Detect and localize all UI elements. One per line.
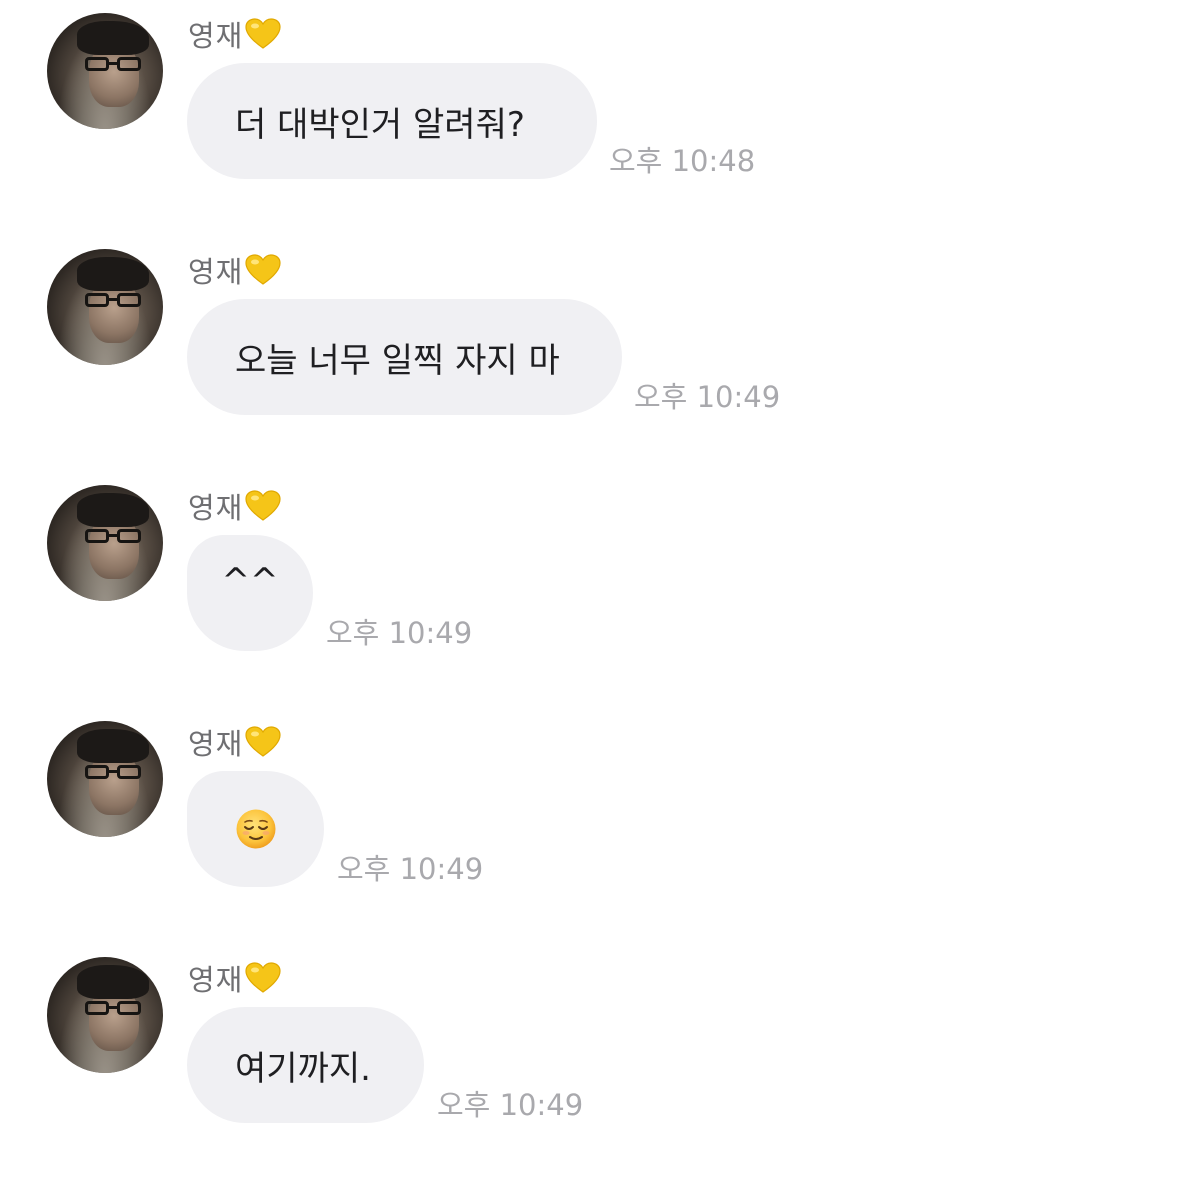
sender-name-text: 영재	[188, 491, 244, 525]
message-bubble[interactable]: 오늘 너무 일찍 자지 마	[187, 299, 622, 415]
sender-name: 영재	[188, 722, 281, 762]
sender-name: 영재	[188, 486, 281, 526]
message-item: 영재 오후 10:49	[0, 708, 1200, 908]
message-text: 여기까지.	[235, 1048, 371, 1089]
avatar-hair	[77, 493, 149, 527]
avatar-hair	[77, 965, 149, 999]
sender-name-text: 영재	[188, 963, 244, 997]
message-item: 영재 ^^ 오후 10:49	[0, 472, 1200, 672]
message-text: ^^	[221, 561, 279, 601]
avatar[interactable]	[47, 957, 163, 1073]
message-text: 더 대박인거 알려줘?	[235, 104, 525, 145]
message-time: 오후 10:49	[337, 852, 484, 886]
avatar-glasses	[85, 57, 145, 73]
avatar[interactable]	[47, 249, 163, 365]
message-bubble[interactable]: ^^	[187, 535, 313, 651]
message-bubble[interactable]	[187, 771, 324, 887]
yellow-heart-icon	[245, 18, 281, 49]
message-item: 영재 여기까지. 오후 10:49	[0, 944, 1200, 1144]
message-text: 오늘 너무 일찍 자지 마	[235, 340, 560, 381]
avatar-glasses	[85, 529, 145, 545]
yellow-heart-icon	[245, 254, 281, 285]
message-bubble[interactable]: 더 대박인거 알려줘?	[187, 63, 597, 179]
sender-name-text: 영재	[188, 255, 244, 289]
sender-name-text: 영재	[188, 19, 244, 53]
message-time: 오후 10:49	[634, 380, 781, 414]
yellow-heart-icon	[245, 962, 281, 993]
relieved-face-icon	[236, 809, 275, 849]
message-time: 오후 10:49	[437, 1088, 584, 1122]
message-time: 오후 10:49	[326, 616, 473, 650]
sender-name-text: 영재	[188, 727, 244, 761]
sender-name: 영재	[188, 250, 281, 290]
avatar[interactable]	[47, 721, 163, 837]
sender-name: 영재	[188, 14, 281, 54]
avatar-hair	[77, 729, 149, 763]
avatar-glasses	[85, 765, 145, 781]
message-bubble[interactable]: 여기까지.	[187, 1007, 424, 1123]
avatar-hair	[77, 21, 149, 55]
sender-name: 영재	[188, 958, 281, 998]
yellow-heart-icon	[245, 490, 281, 521]
avatar-glasses	[85, 293, 145, 309]
message-item: 영재 오늘 너무 일찍 자지 마 오후 10:49	[0, 236, 1200, 436]
avatar[interactable]	[47, 485, 163, 601]
avatar[interactable]	[47, 13, 163, 129]
avatar-hair	[77, 257, 149, 291]
yellow-heart-icon	[245, 726, 281, 757]
message-item: 영재 더 대박인거 알려줘? 오후 10:48	[0, 0, 1200, 200]
avatar-glasses	[85, 1001, 145, 1017]
message-time: 오후 10:48	[609, 144, 756, 178]
